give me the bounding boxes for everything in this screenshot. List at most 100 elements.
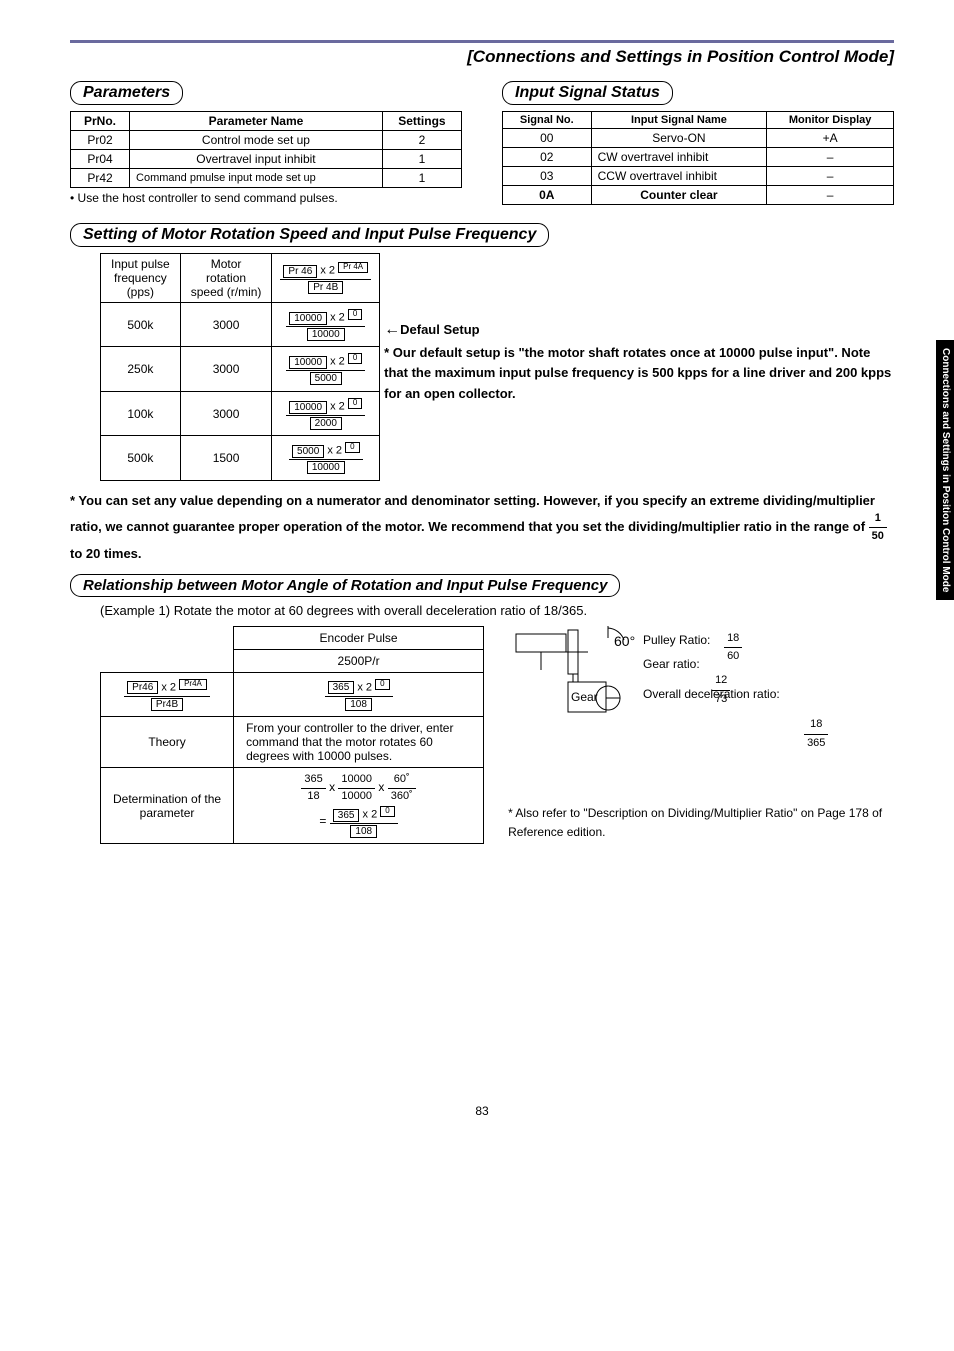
text: 10000 [289, 312, 327, 325]
text: 73 [712, 691, 730, 709]
text: 0 [380, 806, 394, 817]
cell: 500k [101, 436, 181, 480]
text: 0 [375, 679, 389, 690]
sig-col-disp: Monitor Display [767, 112, 894, 129]
angle-label: 60° [614, 633, 635, 649]
text: 18 [301, 789, 325, 804]
cell: 365 x 2 0108 [234, 672, 484, 716]
cell: 3000 [180, 303, 272, 347]
text: x 2 [158, 681, 179, 693]
text: frequency [114, 271, 167, 285]
text: 365 [333, 809, 360, 822]
page-number: 83 [70, 1104, 894, 1118]
cell: 10000 x 2 02000 [272, 391, 380, 435]
cell: 0A [503, 186, 592, 205]
text: 18 [804, 716, 828, 735]
param-col-prno: PrNo. [71, 112, 130, 131]
default-setup-note: ←Defaul Setup * Our default setup is "th… [384, 317, 894, 405]
note-star: * You can set any value depending on a n… [70, 491, 894, 564]
cell: Determination of the parameter [101, 768, 234, 844]
page-header-title: [Connections and Settings in Position Co… [70, 47, 894, 67]
sig-col-no: Signal No. [503, 112, 592, 129]
text: Pr4B [151, 698, 183, 711]
text: 10000 [307, 461, 345, 474]
text: 365 [301, 772, 325, 788]
text: 10000 [289, 401, 327, 414]
cell: Pr42 [71, 169, 130, 188]
cell: – [767, 167, 894, 186]
cell: 3000 [180, 391, 272, 435]
cell: 10000 x 2 010000 [272, 303, 380, 347]
text: 365 [328, 681, 355, 694]
input-signal-table: Signal No. Input Signal Name Monitor Dis… [502, 111, 894, 205]
cell: CCW overtravel inhibit [591, 167, 767, 186]
text: 0 [348, 398, 362, 409]
cell: Motor rotation speed (r/min) [180, 254, 272, 303]
parameters-note: • Use the host controller to send comman… [70, 191, 462, 205]
gear-label: Gear [571, 690, 598, 704]
sig-col-name: Input Signal Name [591, 112, 767, 129]
text: speed (r/min) [191, 285, 262, 299]
text: (pps) [127, 285, 154, 299]
cell: 100k [101, 391, 181, 435]
gear-ratio-label: Gear ratio: [643, 657, 700, 671]
text: 10000 [307, 328, 345, 341]
table-row: 00 Servo-ON +A [503, 129, 894, 148]
cell: 1 [382, 150, 461, 169]
cell: Pr 46 x 2 Pr 4A Pr 4B [272, 254, 380, 303]
cell: 1 [382, 169, 461, 188]
cell: Pr04 [71, 150, 130, 169]
cell: Pr46 x 2 Pr4APr4B [101, 672, 234, 716]
cell: 02 [503, 148, 592, 167]
cell: 2 [382, 131, 461, 150]
text: to 20 times. [70, 546, 142, 561]
text: x 2 [317, 265, 338, 277]
cell: Overtravel input inhibit [130, 150, 383, 169]
cell: – [767, 148, 894, 167]
text: 108 [350, 825, 377, 838]
rotation-speed-table: Input pulse frequency (pps) Motor rotati… [100, 253, 380, 481]
table-row: 250k 3000 10000 x 2 05000 [101, 347, 380, 391]
cell: Servo-ON [591, 129, 767, 148]
cell: Pr02 [71, 131, 130, 150]
text: * You can set any value depending on a n… [70, 493, 875, 534]
cell: CW overtravel inhibit [591, 148, 767, 167]
table-row: 0A Counter clear – [503, 186, 894, 205]
relationship-heading: Relationship between Motor Angle of Rota… [70, 574, 620, 597]
arrow-left-icon: ← [384, 321, 400, 338]
text: Defaul Setup [400, 322, 479, 337]
cell: 1500 [180, 436, 272, 480]
text: 0 [348, 353, 362, 364]
table-row: 500k 3000 10000 x 2 010000 [101, 303, 380, 347]
horizontal-rule [70, 40, 894, 43]
table-row: Pr02 Control mode set up 2 [71, 131, 462, 150]
cell: Theory [101, 717, 234, 768]
text: 5000 [310, 372, 342, 385]
cell: 500k [101, 303, 181, 347]
text: Pr4A [179, 679, 207, 690]
cell: Counter clear [591, 186, 767, 205]
text: Determination of the [113, 792, 221, 806]
cell: – [767, 186, 894, 205]
text: Pr 4B [308, 281, 343, 294]
text: * Our default setup is "the motor shaft … [384, 345, 891, 402]
text: x [329, 780, 338, 794]
cell: +A [767, 129, 894, 148]
text: Pr 4A [338, 262, 368, 273]
relationship-table: Encoder Pulse 2500P/r Pr46 x 2 Pr4APr4B … [100, 626, 484, 845]
text: = [319, 814, 329, 828]
text: 10000 [289, 356, 327, 369]
cell: 00 [503, 129, 592, 148]
text: 50 [869, 528, 887, 545]
text: 0 [345, 442, 359, 453]
param-col-name: Parameter Name [130, 112, 383, 131]
text: 5000 [292, 445, 324, 458]
cell: 10000 x 2 05000 [272, 347, 380, 391]
text: Motor [211, 257, 242, 271]
text: 360˚ [388, 789, 416, 804]
table-row: 100k 3000 10000 x 2 02000 [101, 391, 380, 435]
cell: 3000 [180, 347, 272, 391]
text: parameter [140, 806, 195, 820]
text: x [378, 780, 387, 794]
cell: Input pulse frequency (pps) [101, 254, 181, 303]
